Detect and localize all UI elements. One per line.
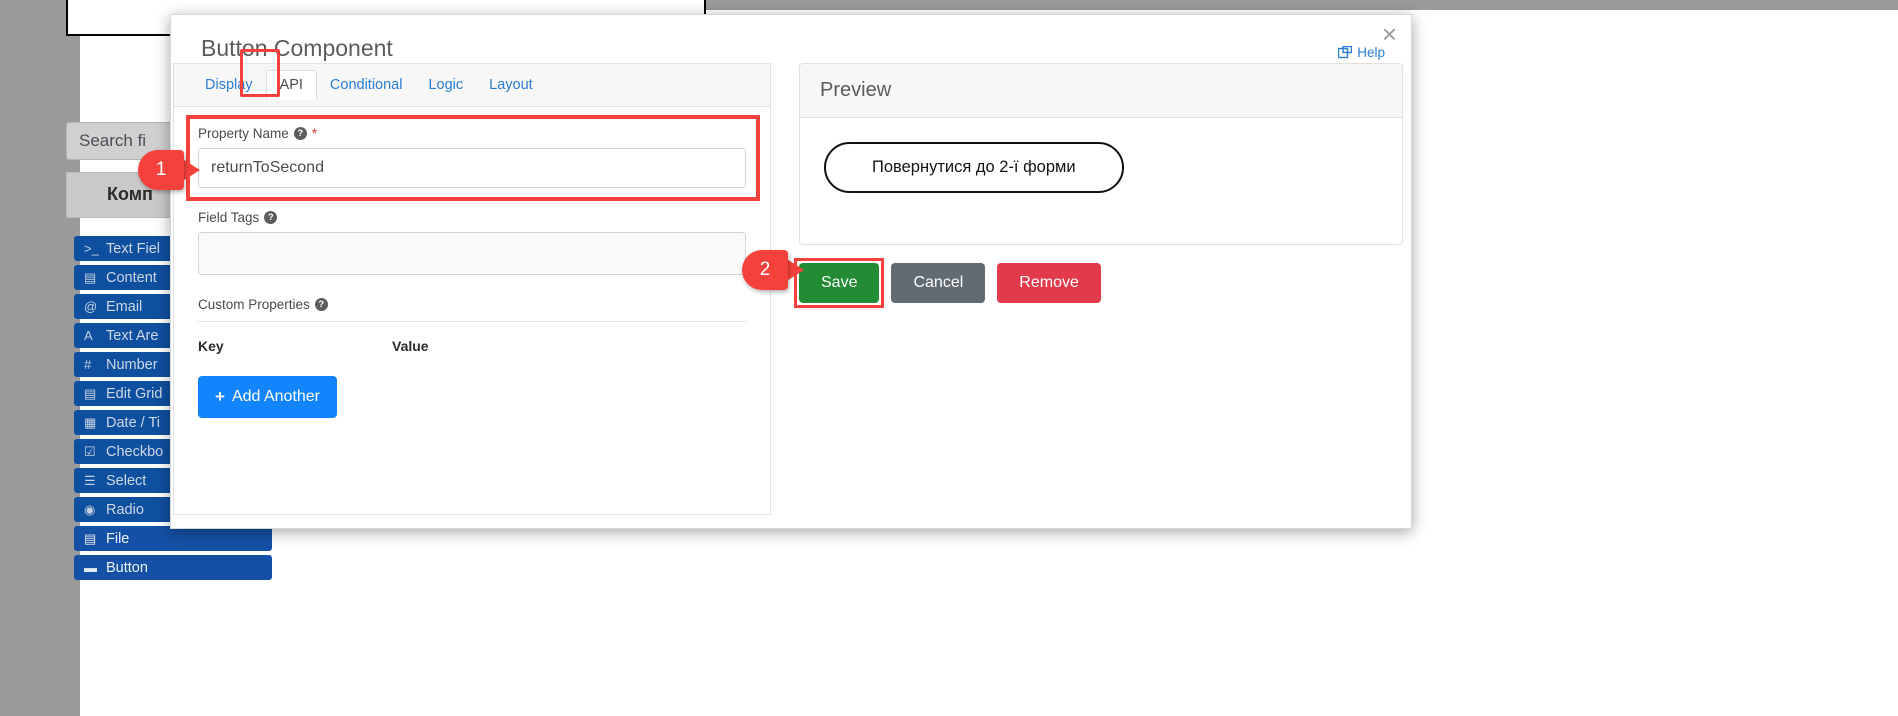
callout-badge-2: 2 <box>742 250 804 290</box>
custom-properties-label: Custom Properties <box>198 297 310 312</box>
calendar-icon: ▦ <box>84 414 97 430</box>
add-another-label: Add Another <box>231 388 321 405</box>
email-icon: @ <box>84 299 98 314</box>
search-input-text: Search fi <box>79 131 147 150</box>
property-name-label-row: Property Name ? * <box>198 125 746 141</box>
palette-item-label: Checkbo <box>106 443 164 460</box>
preview-panel: Preview Повернутися до 2-ї форми <box>799 63 1403 245</box>
field-tags-label-row: Field Tags ? <box>198 210 746 225</box>
help-tooltip-icon[interactable]: ? <box>264 211 278 224</box>
preview-panel-header: Preview <box>800 64 1402 118</box>
palette-item-label: Button <box>106 559 148 576</box>
palette-item-label: Email <box>106 298 143 315</box>
preview-panel-body: Повернутися до 2-ї форми <box>800 118 1402 244</box>
help-label: Help <box>1357 45 1385 60</box>
custom-properties-table-header: Key Value <box>198 338 746 354</box>
settings-column: Display API Conditional Logic Layout Pro… <box>173 49 771 515</box>
property-name-group: Property Name ? * <box>186 115 760 201</box>
help-tooltip-icon[interactable]: ? <box>314 298 328 311</box>
custom-properties-group: Custom Properties ? Key Value + Add Anot… <box>198 297 746 418</box>
palette-item-label: Text Fiel <box>106 240 160 257</box>
tab-layout[interactable]: Layout <box>476 71 546 99</box>
add-another-button[interactable]: + Add Another <box>198 376 338 418</box>
grid-icon: ▤ <box>84 385 97 401</box>
callout-badge-2-number: 2 <box>742 250 788 290</box>
api-tab-panel: Property Name ? * Field Tags ? <box>173 107 771 515</box>
cancel-button[interactable]: Cancel <box>891 263 986 303</box>
callout-badge-1-number: 1 <box>138 150 184 190</box>
callout-badge-1: 1 <box>138 150 200 190</box>
checkbox-icon: ☑ <box>84 443 96 459</box>
settings-tabs: Display API Conditional Logic Layout <box>173 49 771 107</box>
palette-item-label: Select <box>106 472 147 489</box>
remove-button[interactable]: Remove <box>997 263 1101 303</box>
tab-conditional[interactable]: Conditional <box>317 71 416 99</box>
list-icon: ☰ <box>84 472 96 488</box>
palette-item-button[interactable]: ▬ Button <box>74 555 272 580</box>
palette-item-label: File <box>106 530 130 547</box>
page-title: Button Component <box>201 35 393 61</box>
save-button-wrapper: Save <box>794 258 885 308</box>
field-tags-input[interactable] <box>198 232 746 275</box>
field-tags-label: Field Tags <box>198 210 260 225</box>
field-tags-group: Field Tags ? <box>198 210 746 275</box>
radio-icon: ◉ <box>84 501 96 517</box>
screen-root: латиниця, цифри, " - ", "/" , при цьому … <box>0 0 1898 716</box>
modal-action-bar: Save Cancel Remove <box>794 258 1403 308</box>
help-icon <box>1338 45 1353 60</box>
custom-properties-label-row: Custom Properties ? <box>198 297 746 312</box>
terminal-icon: >_ <box>84 241 99 256</box>
required-marker: * <box>311 125 318 141</box>
preview-button[interactable]: Повернутися до 2-ї форми <box>824 142 1124 193</box>
close-icon[interactable]: × <box>1382 21 1397 47</box>
page-left-gutter <box>0 0 80 716</box>
palette-item-label: Date / Ti <box>106 414 160 431</box>
help-link[interactable]: Help <box>1338 45 1385 60</box>
column-header-value: Value <box>392 338 429 354</box>
content-icon: ▤ <box>84 269 97 285</box>
palette-item-label: Text Are <box>106 327 159 344</box>
tab-display[interactable]: Display <box>192 71 266 99</box>
property-name-input[interactable] <box>198 148 746 188</box>
number-icon: # <box>84 357 92 372</box>
column-header-key: Key <box>198 338 224 354</box>
tab-api[interactable]: API <box>265 70 317 100</box>
save-button[interactable]: Save <box>799 263 880 303</box>
help-tooltip-icon[interactable]: ? <box>293 126 307 140</box>
palette-item-label: Number <box>106 356 158 373</box>
tab-logic[interactable]: Logic <box>415 71 476 99</box>
preview-column: Preview Повернутися до 2-ї форми Save Ca… <box>794 63 1403 308</box>
plus-icon: + <box>215 387 225 406</box>
palette-item-label: Edit Grid <box>106 385 163 402</box>
property-name-label: Property Name <box>198 125 289 141</box>
file-icon: ▤ <box>84 530 97 546</box>
divider <box>198 321 746 322</box>
palette-item-file[interactable]: ▤ File <box>74 526 272 551</box>
palette-item-label: Content <box>106 269 157 286</box>
textarea-icon: A <box>84 328 93 343</box>
button-icon: ▬ <box>84 560 97 575</box>
palette-item-label: Radio <box>106 501 144 518</box>
